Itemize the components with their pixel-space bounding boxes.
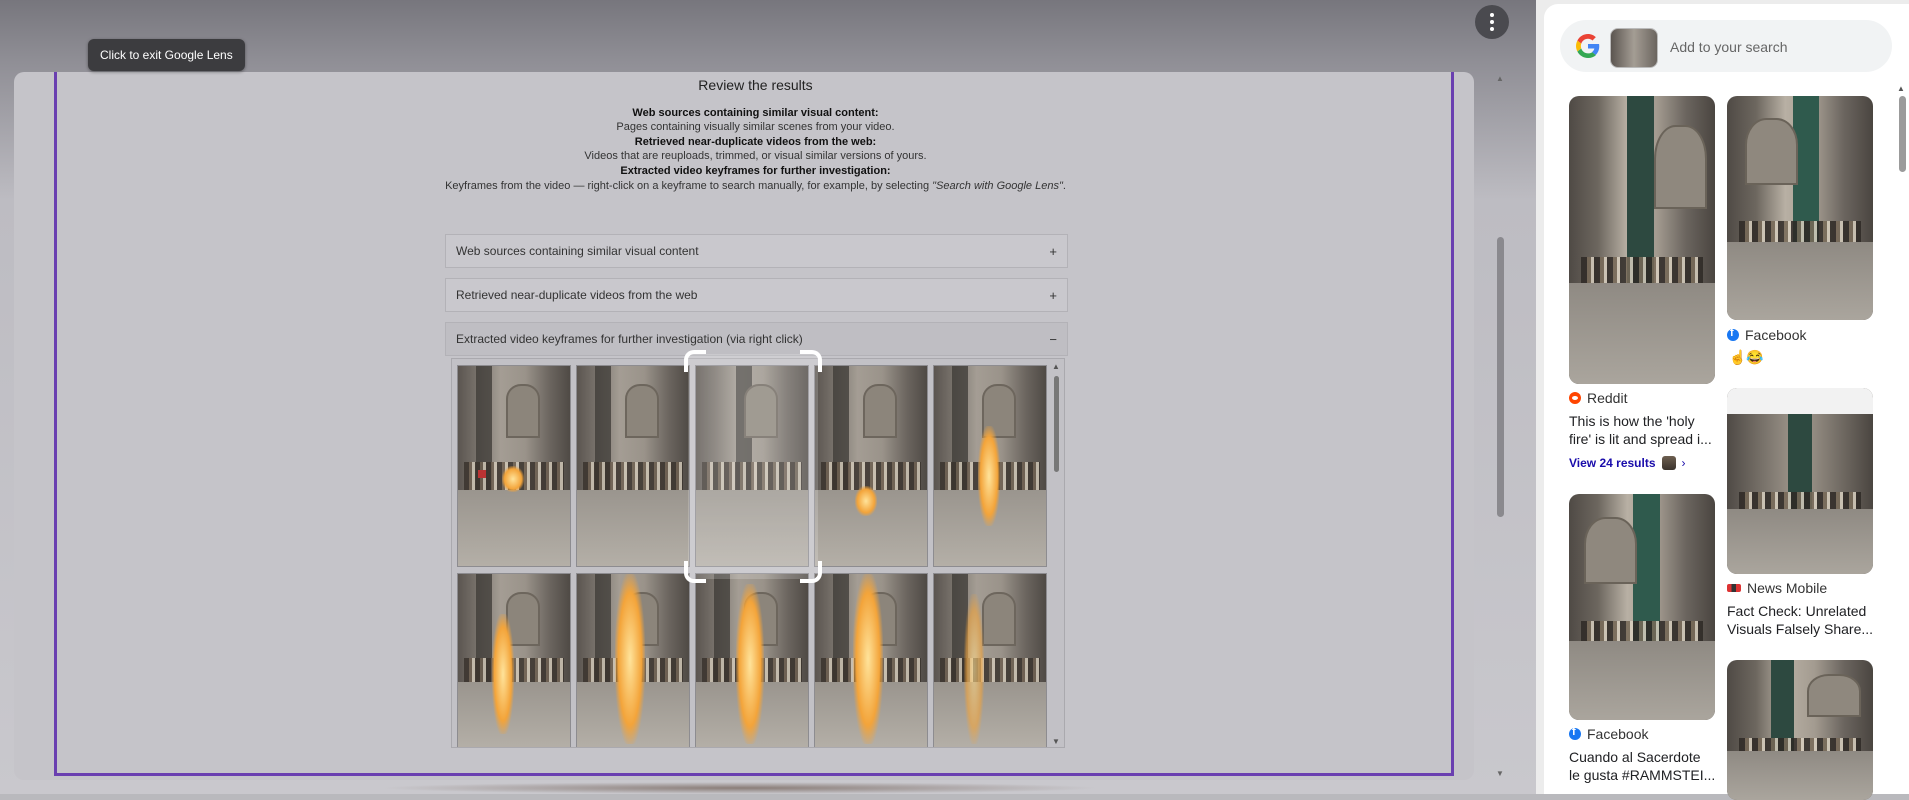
selection-corner-handle[interactable] [684,350,706,372]
result-title-line: Fact Check: Unrelated [1727,603,1867,619]
scroll-up-arrow-icon[interactable]: ▲ [1897,84,1905,93]
keyframe-scrollbar[interactable]: ▲ ▼ [1052,362,1062,746]
result-image-reddit[interactable] [1569,96,1715,384]
accordion-keyframes[interactable]: Extracted video keyframes for further in… [445,322,1068,356]
lens-selection-box[interactable] [684,350,822,583]
result-image-facebook-2[interactable] [1569,494,1715,720]
result-image-news-mobile[interactable] [1727,388,1873,574]
view-more-results-link[interactable]: View 24 results › [1569,456,1686,470]
expand-plus-icon: + [1049,287,1057,303]
result-title-reddit[interactable]: This is how the 'holy fire' is lit and s… [1569,412,1712,448]
scroll-down-arrow-icon[interactable]: ▼ [1496,769,1504,778]
result-image-facebook[interactable] [1727,96,1873,320]
result-title-line: This is how the 'holy [1569,413,1695,429]
result-title-line: le gusta #RAMMSTEI... [1569,767,1716,783]
desc-text-web-sources: Pages containing visually similar scenes… [616,121,895,133]
source-name: News Mobile [1747,580,1828,596]
result-title-line: Visuals Falsely Share... [1727,621,1874,637]
collapse-minus-icon: − [1049,331,1057,347]
keyframe-thumbnail[interactable] [695,573,809,747]
keyframe-scrollbar-thumb[interactable] [1054,376,1059,472]
query-image-thumbnail[interactable] [1610,28,1658,68]
page-title: Review the results [698,77,813,93]
page-scrollbar[interactable]: ▲ ▼ [1494,72,1508,780]
keyframe-thumbnail[interactable] [933,365,1047,567]
news-mobile-icon [1727,584,1741,592]
more-vertical-icon [1490,13,1494,31]
facebook-icon [1727,327,1739,341]
keyframe-thumbnail[interactable] [814,573,928,747]
source-name: Reddit [1587,390,1628,406]
page-scrollbar-thumb[interactable] [1497,237,1504,517]
lens-panel-scrollbar[interactable]: ▲ [1896,84,1908,794]
selection-corner-handle[interactable] [800,350,822,372]
expand-plus-icon: + [1049,243,1057,259]
result-source-news-mobile[interactable]: News Mobile [1727,580,1827,596]
bottom-shadow [380,782,1100,794]
keyframe-thumbnail[interactable] [814,365,928,567]
keyframe-thumbnail[interactable] [457,365,571,567]
keyframe-thumbnail[interactable] [576,365,690,567]
source-name: Facebook [1745,327,1807,343]
result-title-line: Cuando al Sacerdote [1569,749,1701,765]
accordion-near-duplicate-videos[interactable]: Retrieved near-duplicate videos from the… [445,278,1068,312]
view-more-label: View 24 results [1569,456,1656,470]
reddit-icon [1569,392,1581,404]
scroll-down-arrow-icon[interactable]: ▼ [1052,737,1060,746]
result-title-line: fire' is lit and spread i... [1569,431,1712,447]
accordion-web-sources[interactable]: Web sources containing similar visual co… [445,234,1068,268]
result-title-facebook-2[interactable]: Cuando al Sacerdote le gusta #RAMMSTEI..… [1569,748,1715,784]
keyframe-thumbnail[interactable] [576,573,690,747]
exit-lens-tooltip: Click to exit Google Lens [88,39,245,71]
accordion-label: Web sources containing similar visual co… [456,244,699,258]
google-g-icon [1576,34,1600,58]
desc-text-near-duplicates: Videos that are reuploads, trimmed, or v… [584,150,927,162]
desc-heading-keyframes: Extracted video keyframes for further in… [620,165,891,177]
facebook-icon [1569,726,1581,740]
more-options-button[interactable] [1475,5,1509,39]
result-source-facebook[interactable]: Facebook [1727,327,1806,343]
accordion-label: Extracted video keyframes for further in… [456,332,803,346]
desc-heading-near-duplicates: Retrieved near-duplicate videos from the… [634,136,877,148]
keyframe-thumbnail[interactable] [457,573,571,747]
result-source-facebook-2[interactable]: Facebook [1569,726,1648,742]
keyframe-thumbnail[interactable] [933,573,1047,747]
scroll-up-arrow-icon[interactable]: ▲ [1052,362,1060,371]
result-image[interactable] [1727,660,1873,800]
selection-corner-handle[interactable] [800,561,822,583]
result-title-news-mobile[interactable]: Fact Check: Unrelated Visuals Falsely Sh… [1727,602,1873,638]
chevron-right-icon: › [1681,456,1686,470]
desc-heading-web-sources: Web sources containing similar visual co… [632,107,879,119]
result-stack-thumbnail [1661,456,1676,470]
lens-panel-scrollbar-thumb[interactable] [1899,96,1906,172]
result-source-reddit[interactable]: Reddit [1569,390,1627,406]
desc-text-keyframes: Keyframes from the video — right-click o… [445,180,1066,192]
add-to-search-input[interactable] [1668,32,1882,62]
selection-corner-handle[interactable] [684,561,706,583]
source-name: Facebook [1587,726,1649,742]
accordion-label: Retrieved near-duplicate videos from the… [456,288,698,302]
result-title-emoji[interactable]: ☝️😂 [1729,349,1764,366]
